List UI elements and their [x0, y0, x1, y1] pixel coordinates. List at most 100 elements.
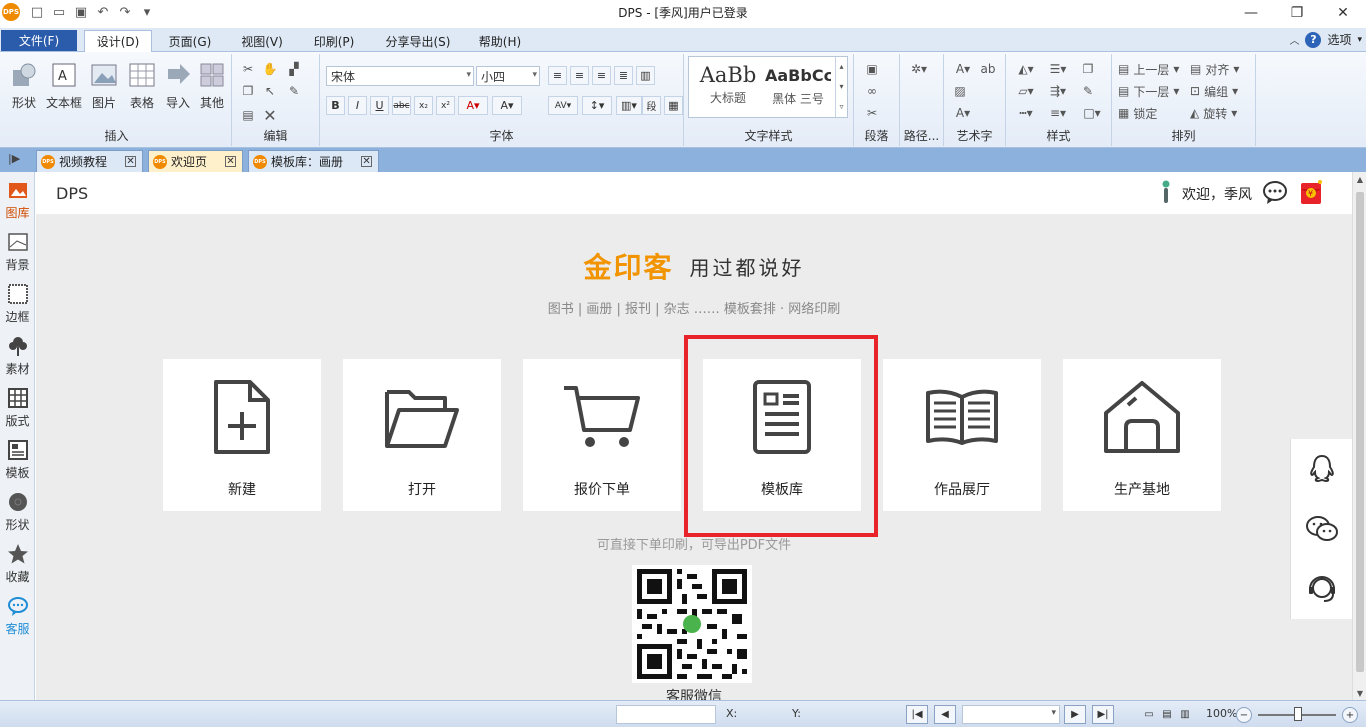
options-dropdown-icon[interactable]: ▾	[1357, 35, 1362, 45]
bold-icon[interactable]: B	[326, 96, 345, 115]
card-production-base[interactable]: 生产基地	[1063, 359, 1221, 511]
doc-tab-welcome[interactable]: DPS 欢迎页 ✕	[148, 150, 244, 172]
qq-icon[interactable]	[1291, 439, 1352, 499]
paste-icon[interactable]: ▤	[238, 106, 258, 124]
tab-design[interactable]: 设计(D)	[84, 30, 152, 52]
style-gallery-scroll[interactable]: ▴ ▾ ▿	[835, 57, 847, 117]
textbox-button[interactable]: A 文本框	[44, 60, 84, 111]
font-size-change-icon[interactable]: A▾	[492, 96, 522, 115]
scroll-thumb[interactable]	[1356, 192, 1364, 672]
scroll-up-icon[interactable]: ▲	[1353, 172, 1366, 186]
hand-icon[interactable]: ✋	[260, 60, 280, 78]
line-spacing-icon[interactable]: ↕▾	[582, 96, 612, 115]
copy-icon[interactable]: ❐	[238, 82, 258, 100]
next-page-icon[interactable]: ▶	[1064, 705, 1086, 724]
sidebar-item-favorites[interactable]: 收藏	[0, 542, 35, 585]
prev-page-icon[interactable]: ◀	[934, 705, 956, 724]
fill-color-icon[interactable]: ◭▾	[1012, 60, 1040, 78]
font-name-select[interactable]: 宋体 ▾	[326, 66, 474, 86]
select-icon[interactable]: ↖	[260, 82, 280, 100]
tab-close-icon[interactable]: ✕	[361, 156, 373, 167]
italic-icon[interactable]: I	[348, 96, 367, 115]
group-button[interactable]: ⊡ 编组 ▾	[1190, 82, 1254, 100]
subscript-icon[interactable]: x₂	[414, 96, 433, 115]
last-page-icon[interactable]: ▶|	[1092, 705, 1114, 724]
format-painter-icon[interactable]: ▞	[284, 60, 304, 78]
close-icon[interactable]: ✕	[1320, 0, 1366, 26]
first-page-icon[interactable]: |◀	[906, 705, 928, 724]
sidebar-item-customer-service[interactable]: 客服	[0, 594, 35, 637]
rotate-button[interactable]: ◭ 旋转 ▾	[1190, 104, 1254, 122]
import-button[interactable]: 导入	[160, 60, 196, 111]
headset-icon[interactable]	[1291, 559, 1352, 619]
line-color-icon[interactable]: ▱▾	[1012, 82, 1040, 100]
sidebar-item-border[interactable]: 边框	[0, 282, 35, 325]
split-icon[interactable]: ✂	[862, 104, 882, 122]
art-effect-icon[interactable]: ▨	[950, 82, 970, 100]
link-icon[interactable]: ∞	[862, 82, 882, 100]
tab-close-icon[interactable]: ✕	[225, 156, 237, 167]
bring-forward-button[interactable]: ▤ 上一层 ▾	[1118, 60, 1188, 78]
red-packet-icon[interactable]: ¥	[1298, 178, 1324, 209]
tab-print[interactable]: 印刷(P)	[304, 30, 364, 52]
zoom-slider-thumb[interactable]	[1294, 707, 1302, 721]
sidebar-item-gallery[interactable]: 图库	[0, 178, 35, 221]
sidebar-item-layout[interactable]: 版式	[0, 386, 35, 429]
path-gear-icon[interactable]: ✲▾	[904, 60, 934, 78]
sidebar-item-shape[interactable]: 形状	[0, 490, 35, 533]
page-select[interactable]: ▾	[962, 705, 1060, 724]
columns-icon[interactable]: ▥▾	[616, 96, 642, 115]
restore-icon[interactable]: ❐	[1274, 0, 1320, 26]
tab-close-icon[interactable]: ✕	[125, 156, 137, 167]
picture-button[interactable]: 图片	[86, 60, 122, 111]
sidebar-item-template[interactable]: 模板	[0, 438, 35, 481]
vertical-scrollbar[interactable]: ▲ ▼	[1352, 172, 1366, 700]
tab-view[interactable]: 视图(V)	[232, 30, 292, 52]
doc-tab-video-tutorial[interactable]: DPS 视频教程 ✕	[36, 150, 144, 172]
art-shadow-icon[interactable]: A▾	[950, 104, 976, 122]
card-quote-order[interactable]: 报价下单	[523, 359, 681, 511]
card-new[interactable]: 新建	[163, 359, 321, 511]
minimize-icon[interactable]: —	[1228, 0, 1274, 26]
pen-icon[interactable]: ✎	[284, 82, 304, 100]
tab-page[interactable]: 页面(G)	[160, 30, 220, 52]
sidebar-item-background[interactable]: 背景	[0, 230, 35, 273]
collapse-ribbon-icon[interactable]: ︿	[1289, 32, 1299, 47]
wechat-icon[interactable]	[1291, 499, 1352, 559]
lock-button[interactable]: ▦ 锁定	[1118, 104, 1188, 122]
panel-toggle-icon[interactable]: |▶	[8, 152, 20, 165]
tab-help[interactable]: 帮助(H)	[470, 30, 530, 52]
style-heiti[interactable]: AaBbCc 黑体 三号	[765, 63, 831, 107]
style-heading[interactable]: AaBb 大标题	[693, 63, 763, 106]
art-text-icon[interactable]: A▾	[950, 60, 976, 78]
zoom-out-icon[interactable]: −	[1236, 707, 1252, 723]
tab-share-export[interactable]: 分享导出(S)	[376, 30, 460, 52]
vertical-text-icon[interactable]: ab	[978, 60, 998, 78]
view-spread-icon[interactable]: ▥	[1174, 705, 1196, 724]
layer-copy-icon[interactable]: ❐	[1078, 60, 1098, 78]
superscript-icon[interactable]: x²	[436, 96, 455, 115]
options-button[interactable]: 选项	[1327, 31, 1351, 48]
message-icon[interactable]	[1262, 179, 1288, 208]
sidebar-item-material[interactable]: 素材	[0, 334, 35, 377]
user-avatar-icon[interactable]	[1160, 179, 1172, 208]
table-button[interactable]: 表格	[124, 60, 160, 111]
grid-format-icon[interactable]: ▦	[664, 96, 683, 115]
scroll-down-icon[interactable]: ▼	[1353, 686, 1366, 700]
help-icon[interactable]: ?	[1305, 31, 1322, 48]
align-center-icon[interactable]: ≡	[570, 66, 589, 85]
align-left-icon[interactable]: ≡	[548, 66, 567, 85]
zoom-in-icon[interactable]: +	[1342, 707, 1358, 723]
doc-tab-template-library[interactable]: DPS 模板库：画册 ✕	[248, 150, 380, 172]
char-spacing-icon[interactable]: AV▾	[548, 96, 578, 115]
shape-button[interactable]: 形状	[6, 60, 42, 111]
brush-icon[interactable]: ✎	[1078, 82, 1098, 100]
paragraph-format-icon[interactable]: 段	[642, 96, 661, 115]
cut-icon[interactable]: ✂	[238, 60, 258, 78]
justify-icon[interactable]: ≣	[614, 66, 633, 85]
font-color-icon[interactable]: A▾	[458, 96, 488, 115]
paragraph-icon[interactable]: ▣	[862, 60, 882, 78]
other-button[interactable]: 其他	[194, 60, 230, 111]
strikethrough-icon[interactable]: abc	[392, 96, 411, 115]
file-menu[interactable]: 文件(F)	[1, 30, 77, 51]
